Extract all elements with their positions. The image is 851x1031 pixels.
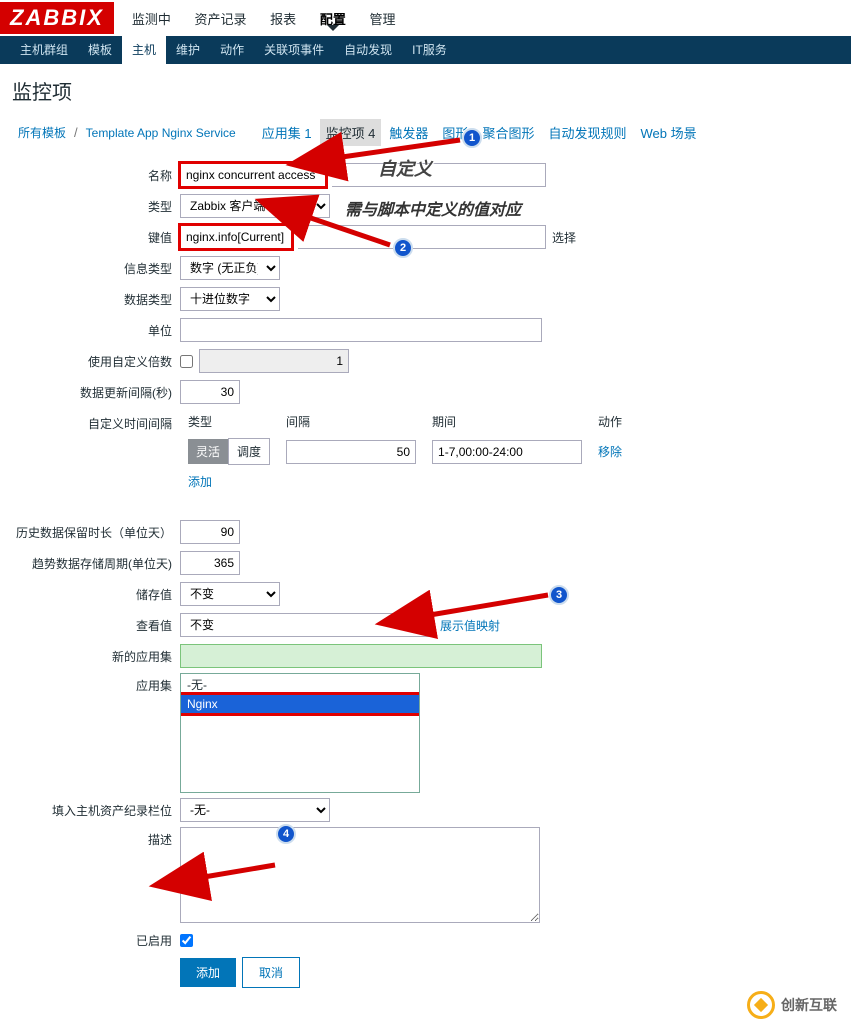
breadcrumb-template[interactable]: Template App Nginx Service (80, 122, 242, 144)
flex-type-scheduling[interactable]: 调度 (228, 438, 270, 465)
lbl-interval: 数据更新间隔(秒) (12, 384, 180, 401)
flex-type-flexible[interactable]: 灵活 (188, 439, 228, 464)
type-select[interactable]: Zabbix 客户端 (180, 194, 330, 218)
bluenav-item[interactable]: 自动发现 (334, 36, 402, 64)
bluenav-item-active[interactable]: 主机 (122, 36, 166, 64)
tab-screens[interactable]: 聚合图形 (476, 119, 540, 146)
watermark: 创新互联 (747, 991, 837, 1019)
tab-triggers[interactable]: 触发器 (383, 119, 434, 146)
newapp-input[interactable] (180, 644, 542, 668)
topnav-item[interactable]: 监测中 (122, 12, 181, 27)
lbl-name: 名称 (12, 167, 180, 184)
lbl-datatype: 数据类型 (12, 291, 180, 308)
history-input[interactable] (180, 520, 240, 544)
bluenav-item[interactable]: IT服务 (402, 36, 457, 64)
lbl-infotype: 信息类型 (12, 260, 180, 277)
cancel-button[interactable]: 取消 (242, 957, 300, 988)
key-input[interactable] (180, 225, 292, 249)
lbl-delta: 储存值 (12, 586, 180, 603)
breadcrumb-all[interactable]: 所有模板 (12, 120, 72, 145)
page-title: 监控项 (0, 64, 851, 109)
tab-web[interactable]: Web 场景 (634, 119, 702, 146)
lbl-history: 历史数据保留时长（单位天） (12, 524, 180, 541)
lbl-newapp: 新的应用集 (12, 648, 180, 665)
interval-input[interactable] (180, 380, 240, 404)
logo: ZABBIX (0, 2, 114, 34)
flex-interval-input[interactable] (286, 440, 416, 464)
lbl-unit: 单位 (12, 322, 180, 339)
watermark-icon (747, 991, 775, 1019)
infotype-select[interactable]: 数字 (无正负) (180, 256, 280, 280)
name-input[interactable] (180, 163, 326, 187)
multiplier-input (199, 349, 349, 373)
name-input-ext[interactable] (332, 163, 546, 187)
lbl-app: 应用集 (12, 673, 180, 694)
key-select-button[interactable]: 选择 (552, 229, 576, 246)
topbar: ZABBIX 监测中 资产记录 报表 配置 管理 (0, 0, 851, 36)
bluebar: 主机群组 模板 主机 维护 动作 关联项事件 自动发现 IT服务 (0, 36, 851, 64)
topnav-item[interactable]: 资产记录 (185, 12, 257, 27)
lbl-desc: 描述 (12, 827, 180, 848)
lbl-flexintervals: 自定义时间间隔 (12, 409, 180, 432)
trend-input[interactable] (180, 551, 240, 575)
bluenav-item[interactable]: 模板 (78, 36, 122, 64)
topnav: 监测中 资产记录 报表 配置 管理 (122, 9, 406, 28)
datatype-select[interactable]: 十进位数字 (180, 287, 280, 311)
form: 名称 类型 Zabbix 客户端 键值 选择 信息类型 数字 (无正负) 数据类… (0, 152, 851, 1031)
lbl-multiplier: 使用自定义倍数 (12, 353, 180, 370)
applications-listbox[interactable]: -无- Nginx (180, 673, 420, 793)
app-option-nginx[interactable]: Nginx (181, 695, 419, 713)
tab-apps[interactable]: 应用集 1 (256, 119, 318, 146)
lbl-type: 类型 (12, 198, 180, 215)
tab-discovery[interactable]: 自动发现规则 (542, 119, 632, 146)
app-option-none[interactable]: -无- (181, 674, 419, 695)
multiplier-checkbox[interactable] (180, 355, 193, 368)
flex-add-link[interactable]: 添加 (188, 475, 212, 489)
lbl-valuemap: 查看值 (12, 617, 180, 634)
unit-input[interactable] (180, 318, 542, 342)
add-button[interactable]: 添加 (180, 958, 236, 987)
flex-period-input[interactable] (432, 440, 582, 464)
enabled-checkbox[interactable] (180, 934, 193, 947)
topnav-item[interactable]: 管理 (359, 12, 405, 27)
tab-graphs[interactable]: 图形 (436, 119, 474, 146)
valuemap-link[interactable]: 展示值映射 (440, 617, 500, 634)
tab-items[interactable]: 监控项 4 (320, 119, 382, 146)
flex-table: 类型间隔期间动作 灵活调度 移除 添加 (180, 409, 630, 494)
topnav-item[interactable]: 报表 (260, 12, 306, 27)
description-textarea[interactable] (180, 827, 540, 923)
lbl-trend: 趋势数据存储周期(单位天) (12, 555, 180, 572)
bluenav-item[interactable]: 主机群组 (10, 36, 78, 64)
bluenav-item[interactable]: 动作 (210, 36, 254, 64)
inventory-select[interactable]: -无- (180, 798, 330, 822)
tabs-row: 所有模板 / Template App Nginx Service 应用集 1 … (0, 109, 851, 152)
delta-select[interactable]: 不变 (180, 582, 280, 606)
topnav-item-active[interactable]: 配置 (310, 12, 356, 27)
lbl-key: 键值 (12, 229, 180, 246)
valuemap-select[interactable]: 不变 (180, 613, 434, 637)
lbl-enabled: 已启用 (12, 932, 180, 949)
key-input-ext[interactable] (298, 225, 546, 249)
lbl-inventory: 填入主机资产纪录栏位 (12, 802, 180, 819)
bluenav-item[interactable]: 关联项事件 (254, 36, 334, 64)
bluenav-item[interactable]: 维护 (166, 36, 210, 64)
flex-remove-link[interactable]: 移除 (598, 445, 622, 459)
